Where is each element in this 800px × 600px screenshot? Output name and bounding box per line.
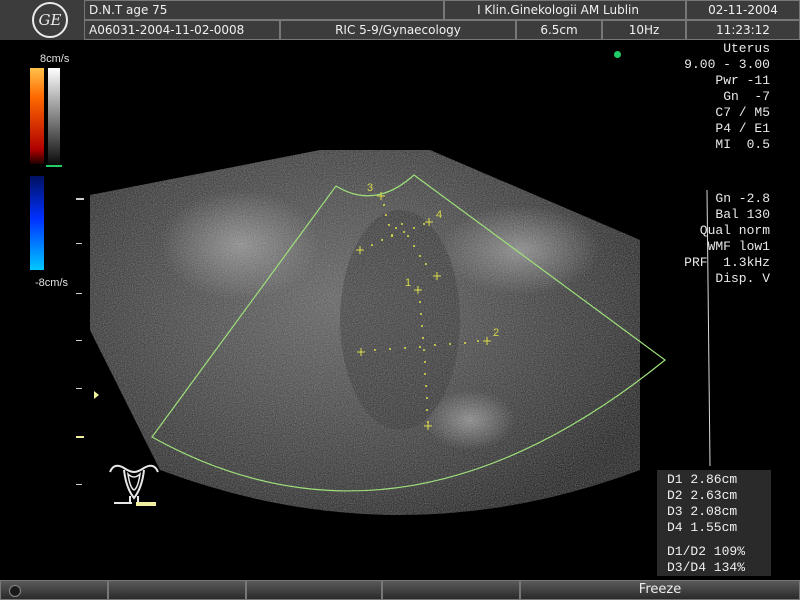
caliper-label-3: 3 xyxy=(367,182,374,194)
measurement-results: D1 2.86cm D2 2.63cm D3 2.08cm D4 1.55cm … xyxy=(657,470,771,576)
measurement-d3: D3 2.08cm xyxy=(667,504,738,519)
ratio-d1-d2: D1/D2 109% xyxy=(667,544,746,559)
footer-button-3[interactable] xyxy=(246,580,382,600)
measurement-d2: D2 2.63cm xyxy=(667,488,738,503)
caliper-label-2: 2 xyxy=(493,327,500,339)
tissue-field xyxy=(90,150,640,515)
footer-button-2[interactable] xyxy=(108,580,246,600)
uterus-bodymark-icon xyxy=(109,464,159,506)
ratio-d3-d4: D3/D4 134% xyxy=(667,560,746,575)
footer-button-1[interactable] xyxy=(0,580,108,600)
depth-guide-line xyxy=(706,189,711,467)
measurement-d1: D1 2.86cm xyxy=(667,472,738,487)
caliper-label-4: 4 xyxy=(436,209,443,221)
footer-button-4[interactable] xyxy=(382,580,520,600)
freeze-button[interactable]: Freeze xyxy=(520,580,800,600)
measurement-d4: D4 1.55cm xyxy=(667,520,738,535)
trackball-icon xyxy=(9,585,21,597)
caliper-label-1: 1 xyxy=(405,277,412,289)
